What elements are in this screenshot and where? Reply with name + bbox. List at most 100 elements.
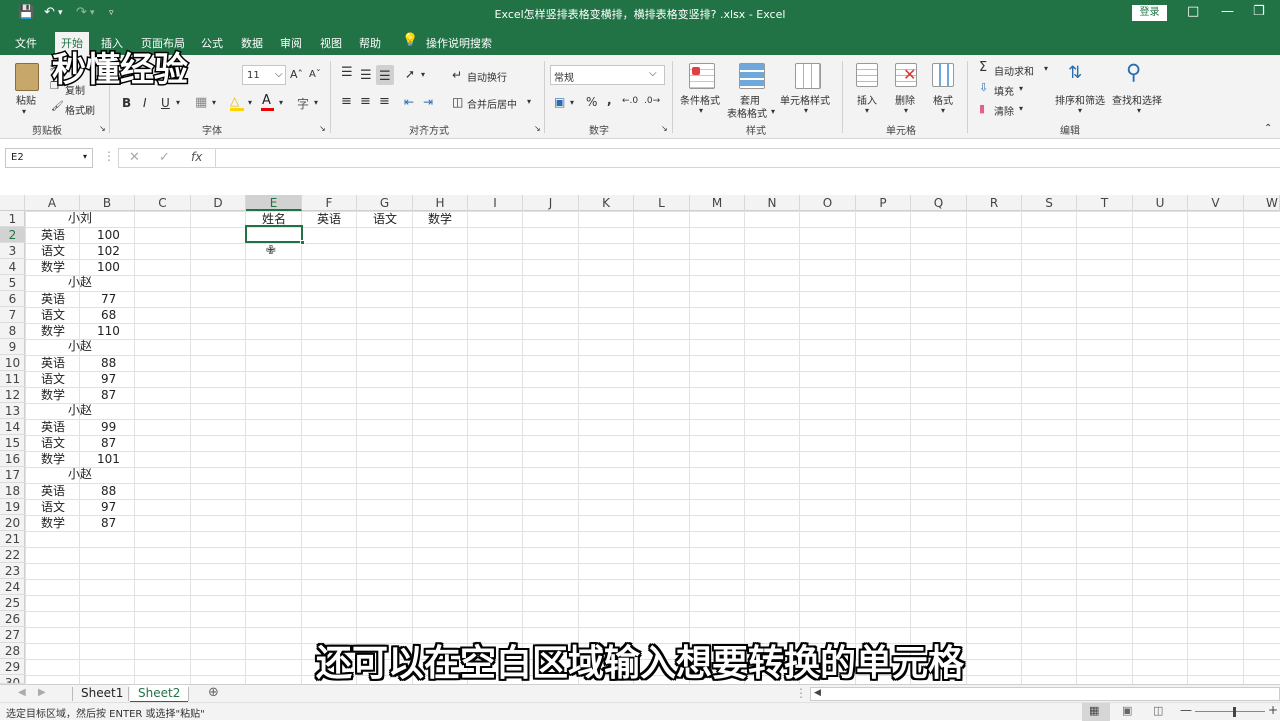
cell-b11[interactable]: 97 (101, 371, 116, 387)
clear-button[interactable]: 清除 (994, 103, 1014, 118)
cell-a12[interactable]: 数学 (41, 387, 65, 403)
row-header[interactable]: 11 (0, 371, 25, 387)
row-header[interactable]: 12 (0, 387, 25, 403)
orientation-icon[interactable]: ➚ (405, 67, 415, 81)
cell-b8[interactable]: 110 (97, 323, 120, 339)
cell-b20[interactable]: 87 (101, 515, 116, 531)
conditional-formatting-button[interactable]: 条件格式 (680, 92, 720, 107)
cell-a5[interactable]: 小赵 (68, 274, 92, 290)
sort-filter-button[interactable]: 排序和筛选 (1055, 92, 1105, 107)
format-cells-button[interactable]: 格式 (933, 92, 953, 107)
row-header[interactable]: 21 (0, 531, 25, 547)
active-cell-selection[interactable] (245, 225, 303, 243)
column-header[interactable]: D (191, 195, 246, 211)
insert-cells-button[interactable]: 插入 (857, 92, 877, 107)
column-header[interactable]: Q (911, 195, 967, 211)
fill-color-icon[interactable]: △ (230, 94, 239, 108)
row-header[interactable]: 4 (0, 259, 25, 275)
paste-button[interactable]: 粘贴 (16, 92, 36, 107)
cell-a17[interactable]: 小赵 (68, 466, 92, 482)
eraser-icon[interactable]: ▮ (979, 102, 985, 115)
column-header[interactable]: O (800, 195, 856, 211)
splitter-icon[interactable]: ⋮ (795, 686, 807, 700)
fill-button[interactable]: 填充 (994, 83, 1014, 98)
cell-a13[interactable]: 小赵 (68, 402, 92, 418)
format-as-table-icon[interactable] (739, 63, 765, 89)
increase-decimal-icon[interactable]: ←.0 (622, 96, 638, 106)
format-cells-icon[interactable] (932, 63, 954, 87)
comma-button[interactable]: , (607, 93, 612, 107)
orientation-dropdown-icon[interactable]: ▾ (421, 70, 425, 79)
row-header[interactable]: 1 (0, 211, 25, 227)
alignment-launcher-icon[interactable]: ↘ (534, 124, 541, 133)
select-all-corner[interactable] (0, 195, 25, 211)
wrap-text-button[interactable]: 自动换行 (467, 69, 507, 84)
cell-h1[interactable]: 数学 (428, 211, 452, 227)
row-header[interactable]: 20 (0, 515, 25, 531)
cell-a6[interactable]: 英语 (41, 291, 65, 307)
row-header[interactable]: 15 (0, 435, 25, 451)
row-header[interactable]: 9 (0, 339, 25, 355)
cell-g1[interactable]: 语文 (373, 211, 397, 227)
sheet-tab-sheet1[interactable]: Sheet1 (73, 685, 131, 703)
worksheet-grid[interactable] (25, 211, 1280, 684)
drag-handle-icon[interactable]: ⋮ (103, 149, 115, 163)
font-color-icon[interactable]: A (262, 93, 271, 108)
column-header[interactable]: T (1077, 195, 1133, 211)
next-sheet-icon[interactable]: ▶ (38, 687, 46, 698)
phonetic-icon[interactable]: 字 (297, 95, 309, 112)
row-header[interactable]: 22 (0, 547, 25, 563)
cell-b2[interactable]: 100 (97, 227, 120, 243)
fill-dropdown-icon[interactable]: ▾ (248, 98, 252, 107)
zoom-slider-thumb[interactable] (1233, 707, 1236, 717)
cell-b18[interactable]: 88 (101, 483, 116, 499)
delete-dropdown-icon[interactable]: ▾ (904, 106, 908, 115)
row-header[interactable]: 10 (0, 355, 25, 371)
row-header[interactable]: 8 (0, 323, 25, 339)
redo-dropdown-icon[interactable]: ▾ (90, 8, 95, 18)
format-painter-icon[interactable]: 🖌 (51, 101, 64, 112)
ribbon-display-options-icon[interactable]: □ (1187, 4, 1199, 19)
border-icon[interactable]: ▦ (195, 95, 207, 110)
page-layout-view-icon[interactable]: ▣ (1122, 704, 1132, 717)
column-header[interactable]: K (579, 195, 634, 211)
column-header-selected[interactable]: E (246, 195, 302, 211)
percent-button[interactable]: % (586, 95, 597, 109)
currency-icon[interactable]: ▣ (554, 95, 565, 109)
add-sheet-icon[interactable]: ⊕ (208, 685, 219, 700)
cell-a11[interactable]: 语文 (41, 371, 65, 387)
column-header[interactable]: J (523, 195, 579, 211)
font-launcher-icon[interactable]: ↘ (319, 124, 326, 133)
login-button[interactable]: 登录 (1132, 5, 1167, 21)
autosum-button[interactable]: 自动求和 (994, 63, 1034, 78)
autosum-icon[interactable]: Σ (979, 60, 987, 75)
column-header[interactable]: G (357, 195, 413, 211)
find-select-button[interactable]: 查找和选择 (1112, 92, 1162, 107)
row-header-selected[interactable]: 2 (0, 227, 25, 243)
merge-center-icon[interactable]: ◫ (452, 95, 463, 109)
cell-b4[interactable]: 100 (97, 259, 120, 275)
find-dropdown-icon[interactable]: ▾ (1137, 106, 1141, 115)
column-header[interactable]: L (634, 195, 690, 211)
tab-view[interactable]: 视图 (320, 35, 342, 51)
insert-cells-icon[interactable] (856, 63, 878, 87)
merge-dropdown-icon[interactable]: ▾ (527, 97, 531, 106)
format-dropdown-icon[interactable]: ▾ (941, 106, 945, 115)
cell-a1[interactable]: 小刘 (68, 210, 92, 226)
row-header[interactable]: 7 (0, 307, 25, 323)
font-size-select[interactable]: 11 ⌵ (242, 65, 286, 85)
fill-icon[interactable]: ⇩ (979, 81, 988, 94)
cell-a18[interactable]: 英语 (41, 483, 65, 499)
paste-dropdown-icon[interactable]: ▾ (22, 107, 26, 116)
cell-a4[interactable]: 数学 (41, 259, 65, 275)
row-header[interactable]: 13 (0, 403, 25, 419)
cell-b16[interactable]: 101 (97, 451, 120, 467)
row-header[interactable]: 23 (0, 563, 25, 579)
column-header[interactable]: W (1244, 195, 1280, 211)
row-header[interactable]: 14 (0, 419, 25, 435)
cell-a20[interactable]: 数学 (41, 515, 65, 531)
tab-review[interactable]: 审阅 (280, 35, 302, 51)
row-header[interactable]: 18 (0, 483, 25, 499)
tab-data[interactable]: 数据 (241, 35, 263, 51)
increase-font-icon[interactable]: Aˆ (290, 68, 303, 81)
